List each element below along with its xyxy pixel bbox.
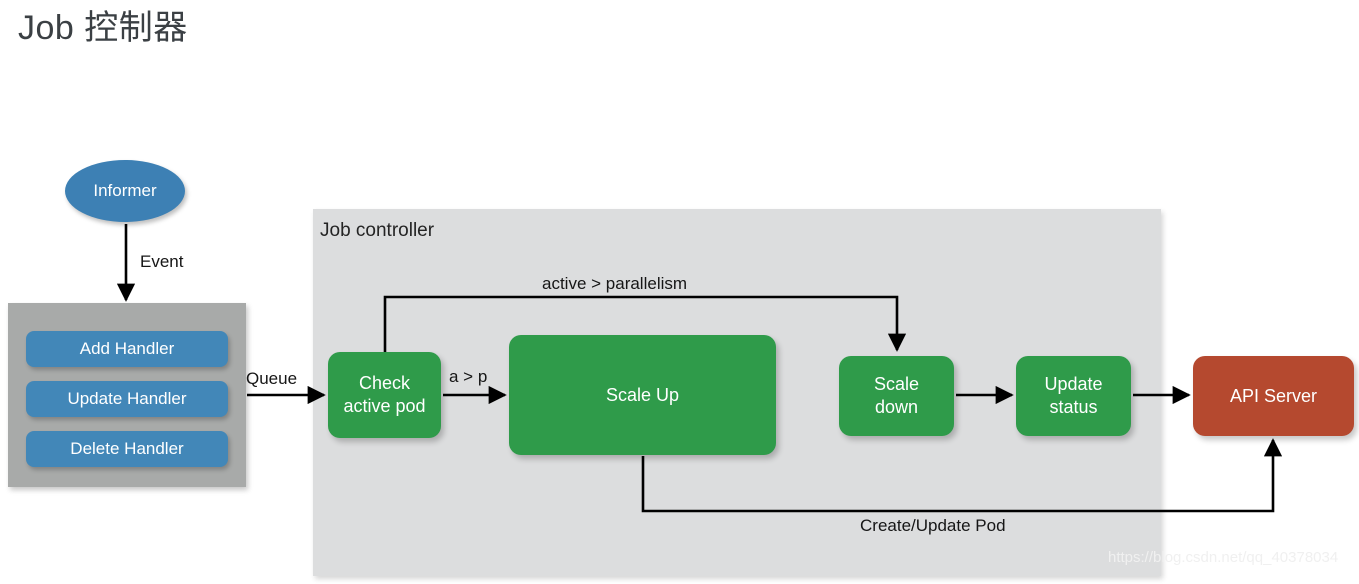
handler-add-label: Add Handler bbox=[79, 339, 175, 358]
handler-add[interactable]: Add Handler bbox=[26, 331, 228, 367]
edge-label-active-parallelism: active > parallelism bbox=[542, 274, 688, 293]
informer-label: Informer bbox=[93, 181, 157, 200]
node-api-server-label: API Server bbox=[1229, 385, 1318, 406]
handler-update-label: Update Handler bbox=[67, 389, 187, 408]
watermark: https://blog.csdn.net/qq_40378034 bbox=[1108, 549, 1339, 566]
node-scale-down-line1: Scale bbox=[873, 374, 920, 394]
node-scale-down[interactable]: Scale down bbox=[839, 356, 954, 436]
edge-label-event: Event bbox=[140, 252, 184, 271]
edge-label-create-update-pod: Create/Update Pod bbox=[860, 516, 1006, 535]
diagram-canvas: Job 控制器 Job controller Informer Add Hand… bbox=[0, 0, 1359, 584]
handler-update[interactable]: Update Handler bbox=[26, 381, 228, 417]
informer-node[interactable]: Informer bbox=[65, 160, 185, 222]
node-check-active-pod[interactable]: Check active pod bbox=[328, 352, 441, 438]
node-scale-down-line2: down bbox=[874, 397, 919, 417]
node-scale-up[interactable]: Scale Up bbox=[509, 335, 776, 455]
node-update-status-line1: Update bbox=[1044, 374, 1103, 394]
handler-group: Add Handler Update Handler Delete Handle… bbox=[8, 303, 246, 487]
page-title: Job 控制器 bbox=[18, 9, 188, 47]
node-api-server[interactable]: API Server bbox=[1193, 356, 1354, 436]
node-scale-up-label: Scale Up bbox=[605, 384, 680, 405]
node-update-status[interactable]: Update status bbox=[1016, 356, 1131, 436]
handler-delete-label: Delete Handler bbox=[70, 439, 184, 458]
node-update-status-line2: status bbox=[1049, 397, 1098, 417]
edge-label-a-gt-p: a > p bbox=[449, 367, 488, 386]
node-check-line2: active pod bbox=[343, 396, 426, 416]
job-controller-label: Job controller bbox=[320, 220, 435, 241]
edge-label-queue: Queue bbox=[246, 369, 298, 388]
handler-delete[interactable]: Delete Handler bbox=[26, 431, 228, 467]
node-check-line1: Check bbox=[358, 373, 411, 393]
